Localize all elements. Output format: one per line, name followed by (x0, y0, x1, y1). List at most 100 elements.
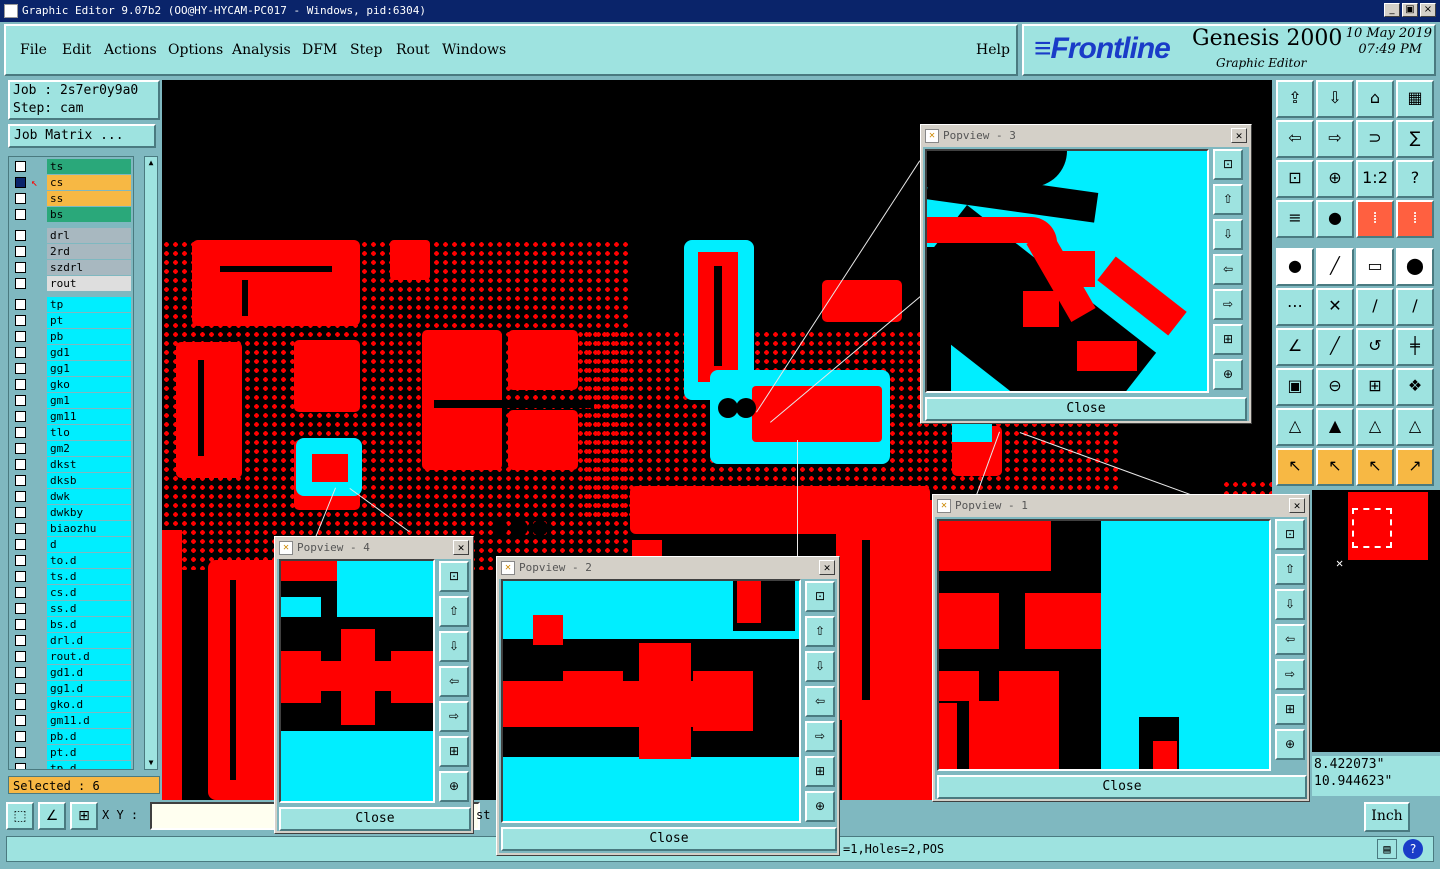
job-matrix-button[interactable]: Job Matrix ... (8, 124, 156, 148)
popview-center-icon[interactable]: ⊕ (1275, 729, 1305, 760)
layer-name[interactable]: gm11 (47, 409, 131, 424)
minimize-button[interactable]: _ (1384, 3, 1400, 17)
triangle-icon[interactable]: △ (1276, 408, 1314, 446)
layer-name[interactable]: ss.d (47, 601, 131, 616)
resize-icon[interactable]: ⊞ (1356, 368, 1394, 406)
layer-row[interactable]: tp.d (9, 761, 133, 769)
popview-fit-icon[interactable]: ⊞ (1213, 324, 1243, 355)
layer-checkbox[interactable] (15, 262, 26, 273)
layer-row[interactable]: ts.d (9, 569, 133, 584)
layer-row[interactable]: 2rd (9, 244, 133, 259)
layer-name[interactable]: rout.d (47, 649, 131, 664)
layer-checkbox[interactable] (15, 246, 26, 257)
snap-icon[interactable]: ∑ (1396, 120, 1434, 158)
probe-icon[interactable]: ● (1316, 200, 1354, 238)
layer-checkbox[interactable] (15, 315, 26, 326)
zoom-home-icon[interactable]: ⇪ (1276, 80, 1314, 118)
layer-row[interactable]: gko (9, 377, 133, 392)
circle-pad-icon[interactable]: ⬤ (1396, 248, 1434, 286)
help-query-icon[interactable]: ? (1396, 160, 1434, 198)
layer-checkbox[interactable] (15, 459, 26, 470)
layer-checkbox[interactable] (15, 603, 26, 614)
units-button[interactable]: Inch (1364, 802, 1410, 832)
layer-row[interactable]: tp (9, 297, 133, 312)
popview-1-close-icon[interactable]: ✕ (1289, 498, 1305, 513)
layer-checkbox[interactable] (15, 475, 26, 486)
layer-checkbox[interactable] (15, 161, 26, 172)
layer-checkbox[interactable] (15, 299, 26, 310)
layer-checkbox[interactable] (15, 507, 26, 518)
layer-row[interactable]: ↖ cs (9, 175, 133, 190)
angle-mode-icon[interactable]: ∠ (38, 802, 66, 830)
layer-checkbox[interactable] (15, 209, 26, 220)
layer-row[interactable]: bs (9, 207, 133, 222)
layer-row[interactable]: tlo (9, 425, 133, 440)
layer-checkbox[interactable] (15, 763, 26, 769)
layer-row[interactable]: gm11 (9, 409, 133, 424)
line-draw-icon[interactable]: ╱ (1316, 248, 1354, 286)
zoom-fit-icon[interactable]: ⊡ (1276, 160, 1314, 198)
trace-split-icon[interactable]: ╪ (1396, 328, 1434, 366)
maximize-button[interactable]: ▣ (1402, 3, 1418, 17)
zoom-center-icon[interactable]: ⊕ (1316, 160, 1354, 198)
layer-checkbox[interactable] (15, 395, 26, 406)
layer-row[interactable]: szdrl (9, 260, 133, 275)
layer-row[interactable]: rout.d (9, 649, 133, 664)
layer-name[interactable]: pb.d (47, 729, 131, 744)
popview-3-close-button[interactable]: Close (925, 397, 1247, 421)
zoom-ratio-icon[interactable]: 1:2 (1356, 160, 1394, 198)
popview-3-close-icon[interactable]: ✕ (1231, 128, 1247, 143)
pointer-select-icon[interactable]: ↖ (1316, 448, 1354, 486)
layer-name[interactable]: gm11.d (47, 713, 131, 728)
layer-row[interactable]: cs.d (9, 585, 133, 600)
popview-zoom-icon[interactable]: ⊡ (439, 561, 469, 592)
menu-windows[interactable]: Windows (442, 42, 506, 58)
measure-icon[interactable]: ≡ (1276, 200, 1314, 238)
layer-name[interactable]: dksb (47, 473, 131, 488)
layer-name[interactable]: dwk (47, 489, 131, 504)
add-feature-icon[interactable]: ▣ (1276, 368, 1314, 406)
popview-left-icon[interactable]: ⇦ (1213, 254, 1243, 285)
layer-checkbox[interactable] (15, 667, 26, 678)
layer-row[interactable]: gg1 (9, 361, 133, 376)
layer-row[interactable]: drl.d (9, 633, 133, 648)
zoom-down-icon[interactable]: ⇩ (1316, 80, 1354, 118)
layer-scrollbar[interactable]: ▲ ▼ (144, 156, 158, 770)
layer-name[interactable]: ts (47, 159, 131, 174)
popview-down-icon[interactable]: ⇩ (1275, 589, 1305, 620)
layer-name[interactable]: dwkby (47, 505, 131, 520)
layer-checkbox[interactable] (15, 363, 26, 374)
popview-center-icon[interactable]: ⊕ (805, 791, 835, 822)
diagonal-icon[interactable]: ╱ (1316, 328, 1354, 366)
layer-name[interactable]: gko (47, 377, 131, 392)
popview-zoom-icon[interactable]: ⊡ (805, 581, 835, 612)
menu-rout[interactable]: Rout (396, 42, 430, 58)
pan-left-icon[interactable]: ⇦ (1276, 120, 1314, 158)
layer-row[interactable]: ss.d (9, 601, 133, 616)
layer-row[interactable]: pt (9, 313, 133, 328)
layer-checkbox[interactable] (15, 747, 26, 758)
layer-row[interactable]: gm1 (9, 393, 133, 408)
layer-checkbox[interactable] (15, 571, 26, 582)
layer-name[interactable]: tp.d (47, 761, 131, 769)
board-minimap[interactable]: ✕ (1312, 490, 1440, 752)
net-select-icon[interactable]: ⁞ (1356, 200, 1394, 238)
layer-row[interactable]: bs.d (9, 617, 133, 632)
popview-down-icon[interactable]: ⇩ (805, 651, 835, 682)
layer-checkbox[interactable] (15, 347, 26, 358)
layer-checkbox[interactable] (15, 555, 26, 566)
layer-row[interactable]: gm11.d (9, 713, 133, 728)
layer-row[interactable]: ss (9, 191, 133, 206)
popview-down-icon[interactable]: ⇩ (439, 631, 469, 662)
layer-checkbox[interactable] (15, 731, 26, 742)
layer-name[interactable]: ss (47, 191, 131, 206)
popview-4-close-icon[interactable]: ✕ (453, 540, 469, 555)
layer-checkbox[interactable] (15, 230, 26, 241)
layer-name[interactable]: ts.d (47, 569, 131, 584)
layer-name[interactable]: tlo (47, 425, 131, 440)
layer-name[interactable]: bs (47, 207, 131, 222)
layer-checkbox[interactable] (15, 715, 26, 726)
layer-checkbox[interactable] (15, 379, 26, 390)
layer-row[interactable]: pt.d (9, 745, 133, 760)
popview-4-view[interactable] (279, 559, 435, 803)
